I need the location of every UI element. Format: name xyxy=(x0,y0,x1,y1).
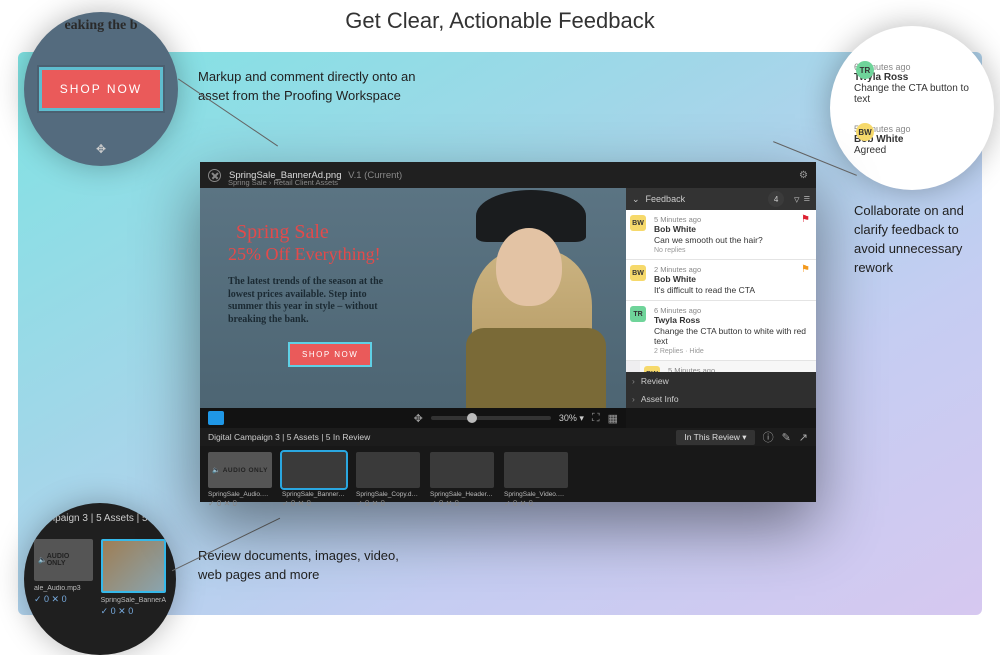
avatar: BW xyxy=(644,366,660,372)
feedback-panel: ⌄ Feedback 4 ▿ ≡ BW5 Minutes agoBob Whit… xyxy=(626,188,816,408)
thumb-status: ✓ 0 ✕ 0 xyxy=(430,499,494,508)
expand-icon[interactable]: ⛶ xyxy=(592,412,600,425)
thumb-name: SpringSale_Header.jpg xyxy=(430,491,494,498)
hero-body: The latest trends of the season at the l… xyxy=(228,276,388,326)
flag-icon[interactable]: ⚑ xyxy=(801,214,810,225)
comment-replies[interactable]: No replies xyxy=(654,247,810,254)
comment-ts: 2 Minutes ago xyxy=(654,265,810,274)
gear-icon[interactable]: ⚙ xyxy=(799,170,808,181)
mag-audio-thumb[interactable]: 🔈 AUDIO ONLY xyxy=(34,539,93,581)
feedback-comment[interactable]: BW5 Minutes agoBob WhiteAgreed xyxy=(640,361,816,372)
compare-icon[interactable] xyxy=(208,411,224,425)
avatar-bw: BW xyxy=(856,123,874,141)
grid-icon[interactable]: ▦ xyxy=(608,412,618,425)
info-icon[interactable]: ⓘ xyxy=(763,429,774,445)
asset-thumb[interactable]: SpringSale_Copy.docx✓ 0 ✕ 0 xyxy=(356,452,420,496)
asset-thumb[interactable]: SpringSale_Header.jpg✓ 0 ✕ 0 xyxy=(430,452,494,496)
thumb-image xyxy=(356,452,420,488)
mag-banner-thumb[interactable] xyxy=(101,539,166,593)
zoom-level[interactable]: 30% ▾ xyxy=(559,413,584,424)
thumb-name: SpringSale_Audio.mp3 xyxy=(208,491,272,498)
magnifier-cta: eaking the b SHOP NOW ✥ xyxy=(24,12,178,166)
mag-thumb-header: ampaign 3 | 5 Assets | 5 In xyxy=(24,513,176,524)
mag-audio-name: ale_Audio.mp3 xyxy=(34,585,93,592)
asset-strip-title: Digital Campaign 3 | 5 Assets | 5 In Rev… xyxy=(208,432,370,442)
comment-author: Bob White xyxy=(654,224,810,234)
feedback-comment[interactable]: TR 6 Minutes agoTwyla RossChange the CTA … xyxy=(626,301,816,361)
avatar-tr: TR xyxy=(856,61,874,79)
hero-line1: Spring Sale xyxy=(236,222,329,242)
hero-line2: 25% Off Everything! xyxy=(228,244,381,265)
shop-now-button[interactable]: SHOP NOW xyxy=(288,342,372,367)
feedback-title: Feedback xyxy=(646,194,686,204)
asset-thumb[interactable]: 🔈 AUDIO ONLYSpringSale_Audio.mp3✓ 0 ✕ 0 xyxy=(208,452,272,496)
thumb-status: ✓ 0 ✕ 0 xyxy=(282,499,346,508)
comment-author: Twyla Ross xyxy=(654,315,810,325)
proofing-app: SpringSale_BannerAd.png V.1 (Current) Sp… xyxy=(200,162,816,502)
viewer-toolbar: ✥ 30% ▾ ⛶ ▦ xyxy=(200,408,626,428)
crosshair-icon: ✥ xyxy=(24,142,178,156)
thumb-name: SpringSale_Video.mp4 xyxy=(504,491,568,498)
chevron-down-icon: ⌄ xyxy=(632,194,640,205)
comment-text: Can we smooth out the hair? xyxy=(654,235,810,245)
comment-ts: 5 Minutes ago xyxy=(668,366,810,372)
audio-only-icon: 🔈 AUDIO ONLY xyxy=(208,452,272,488)
asset-thumb-strip: 🔈 AUDIO ONLYSpringSale_Audio.mp3✓ 0 ✕ 0S… xyxy=(200,446,816,502)
thumb-name: SpringSale_Copy.docx xyxy=(356,491,420,498)
caption-review: Review documents, images, video, web pag… xyxy=(198,547,418,585)
proof-canvas[interactable]: Spring Sale 25% Off Everything! The late… xyxy=(200,188,626,408)
comment-text: Change the CTA button to text xyxy=(854,83,976,105)
asset-thumb[interactable]: SpringSale_Video.mp4✓ 0 ✕ 0 xyxy=(504,452,568,496)
asset-info-section[interactable]: ›Asset Info xyxy=(626,390,816,408)
thumb-status: ✓ 0 ✕ 0 xyxy=(208,499,272,508)
feedback-count: 4 xyxy=(768,191,784,207)
app-titlebar: SpringSale_BannerAd.png V.1 (Current) Sp… xyxy=(200,162,816,188)
shop-now-button-zoom[interactable]: SHOP NOW xyxy=(39,67,163,111)
mag-audio-check: ✓ 0 ✕ 0 xyxy=(34,594,93,605)
comment-replies[interactable]: 2 Replies · Hide xyxy=(654,348,810,355)
zoom-slider[interactable] xyxy=(431,416,551,420)
caption-markup: Markup and comment directly onto an asse… xyxy=(198,68,418,106)
flag-icon[interactable]: ⚑ xyxy=(801,264,810,275)
share-icon[interactable]: ↗ xyxy=(799,431,808,444)
menu-icon[interactable]: ≡ xyxy=(804,193,810,205)
magnifier-thumbstrip: ampaign 3 | 5 Assets | 5 In 🔈 AUDIO ONLY… xyxy=(24,503,176,655)
thumb-image xyxy=(282,452,346,488)
review-filter-dropdown[interactable]: In This Review ▾ xyxy=(676,430,754,445)
comment-author: Bob White xyxy=(654,274,810,284)
filter-icon[interactable]: ▿ xyxy=(794,193,800,206)
asset-strip-header: Digital Campaign 3 | 5 Assets | 5 In Rev… xyxy=(200,428,816,446)
thumb-status: ✓ 0 ✕ 0 xyxy=(504,499,568,508)
review-section[interactable]: ›Review xyxy=(626,372,816,390)
fit-icon[interactable]: ✥ xyxy=(414,412,423,425)
avatar: BW xyxy=(630,215,646,231)
caption-collab: Collaborate on and clarify feedback to a… xyxy=(854,202,972,277)
comment-text: Agreed xyxy=(854,145,976,156)
comment-ts: 6 Minutes ago xyxy=(654,306,810,315)
comment-text: It's difficult to read the CTA xyxy=(654,285,810,295)
avatar: TR xyxy=(630,306,646,322)
feedback-comment[interactable]: BW 2 Minutes agoBob WhiteIt's difficult t… xyxy=(626,260,816,301)
avatar: BW xyxy=(630,265,646,281)
asset-thumb[interactable]: SpringSale_BannerAd...✓ 0 ✕ 0 xyxy=(282,452,346,496)
thumb-image xyxy=(430,452,494,488)
edit-icon[interactable]: ✎ xyxy=(782,431,791,444)
magnifier-comments: TR 6 Minutes ago Twyla Ross Change the C… xyxy=(830,26,994,190)
thumb-image xyxy=(504,452,568,488)
stage: Markup and comment directly onto an asse… xyxy=(18,52,982,615)
thumb-status: ✓ 0 ✕ 0 xyxy=(356,499,420,508)
comment-text: Change the CTA button to white with red … xyxy=(654,326,810,346)
mag-banner-name: SpringSale_BannerA xyxy=(101,597,166,604)
feedback-comment[interactable]: BW 5 Minutes agoBob WhiteCan we smooth ou… xyxy=(626,210,816,260)
comment-ts: 5 Minutes ago xyxy=(654,215,810,224)
asset-version: V.1 (Current) xyxy=(348,170,402,181)
hero-image xyxy=(416,188,626,408)
feedback-header[interactable]: ⌄ Feedback 4 ▿ ≡ xyxy=(626,188,816,210)
breadcrumb[interactable]: Spring Sale › Retail Client Assets xyxy=(228,178,338,187)
thumb-name: SpringSale_BannerAd... xyxy=(282,491,346,498)
close-icon[interactable] xyxy=(208,169,221,182)
mag-banner-check: ✓ 0 ✕ 0 xyxy=(101,606,166,617)
